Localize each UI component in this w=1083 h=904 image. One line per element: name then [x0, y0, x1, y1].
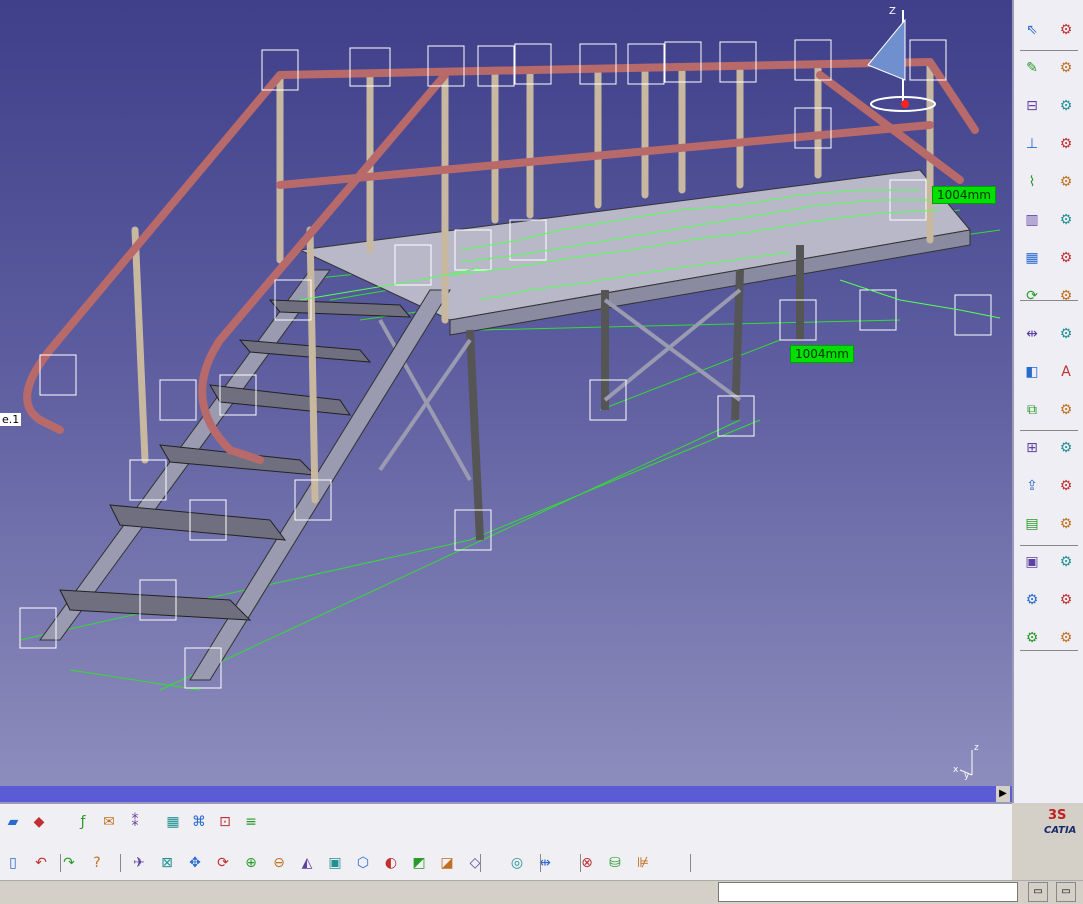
gear-icon[interactable]: ⚙	[1054, 550, 1078, 574]
new-icon[interactable]: ▯	[2, 852, 24, 874]
scroll-right-arrow-icon[interactable]: ▶	[996, 786, 1010, 802]
publish-icon[interactable]: ⇪	[1020, 474, 1044, 498]
gear-icon[interactable]: ⚙	[1054, 626, 1078, 650]
comment-icon[interactable]: ✉	[98, 811, 120, 833]
catia-logo-text: CATIA	[1044, 825, 1076, 836]
redo-icon[interactable]: ↷	[58, 852, 80, 874]
text-icon[interactable]: A	[1054, 360, 1078, 384]
fly-icon[interactable]: ✈	[128, 852, 150, 874]
gear-icon[interactable]: ⚙	[1054, 284, 1078, 308]
gear-icon[interactable]: ⚙	[1054, 322, 1078, 346]
whats-this-icon[interactable]: ?	[86, 852, 108, 874]
3d-model-canvas[interactable]: Z z x y	[0, 0, 1012, 786]
tree-icon[interactable]: ⊞	[1020, 436, 1044, 460]
lock-icon[interactable]: ⊡	[214, 811, 236, 833]
toolbar-separator	[690, 854, 691, 872]
part-name-label: e.1	[0, 413, 22, 426]
formula-icon[interactable]: ƒ	[72, 811, 94, 833]
pan-icon[interactable]: ✥	[184, 852, 206, 874]
multicolor-icon[interactable]: ◆	[28, 811, 50, 833]
hide-show-icon[interactable]: ◐	[380, 852, 402, 874]
select-arrow-icon[interactable]: ⇖	[1020, 18, 1044, 42]
render2-icon[interactable]: ◪	[436, 852, 458, 874]
bottom-toolbars: ▰ ◆ ƒ ✉ ⁑ ▦ ⌘ ⊡ ≡ ▯ ↶ ↷? ✈ ⊠ ✥ ⟳ ⊕ ⊖ ◭ ▣ ⬡ ◐ ◩ ◪ ◇ ◎ ⇹ ⊗ ⛁ ⊯	[0, 802, 1012, 882]
gear-icon[interactable]: ⚙	[1054, 170, 1078, 194]
gear-icon[interactable]: ⚙	[1054, 398, 1078, 422]
database-icon[interactable]: ⛁	[604, 852, 626, 874]
plate-icon[interactable]: ▦	[1020, 246, 1044, 270]
triad-z-label: z	[974, 743, 979, 753]
measure-icon[interactable]: ⇹	[1020, 322, 1044, 346]
iso-view-icon[interactable]: ⬡	[352, 852, 374, 874]
gear-icon[interactable]: ⚙	[1054, 588, 1078, 612]
toolbar-separator	[1020, 650, 1078, 651]
gear-icon[interactable]: ⚙	[1054, 18, 1078, 42]
toolbar-separator	[1020, 300, 1078, 301]
catalog-icon[interactable]: ▤	[1020, 512, 1044, 536]
toolbar-separator	[480, 854, 481, 872]
dimension-badge-top[interactable]: 1004mm	[932, 186, 996, 204]
folder-icon[interactable]: ▰	[2, 811, 24, 833]
profile-icon[interactable]: ▥	[1020, 208, 1044, 232]
measure-icon[interactable]: ⇹	[534, 852, 556, 874]
catia-logo: 3S CATIA	[1042, 806, 1082, 836]
gear-icon[interactable]: ⚙	[1054, 56, 1078, 80]
rotate-icon[interactable]: ⟳	[1020, 284, 1044, 308]
toolbar-separator	[1020, 545, 1078, 546]
triad-x-label: x	[953, 765, 959, 775]
toolbar-separator	[1020, 50, 1078, 51]
stairs-icon[interactable]: ⊟	[1020, 94, 1044, 118]
toolbar-separator	[540, 854, 541, 872]
rail-icon[interactable]: ⊥	[1020, 132, 1044, 156]
cross-braces	[378, 288, 742, 481]
undo-icon[interactable]: ↶	[30, 852, 52, 874]
render-icon[interactable]: ◩	[408, 852, 430, 874]
cube-icon[interactable]: ◇	[464, 852, 486, 874]
parameter-icon[interactable]: ≡	[240, 811, 262, 833]
toolbar-separator	[1020, 430, 1078, 431]
toolbar-separator	[580, 854, 581, 872]
svg-text:3S: 3S	[1048, 808, 1066, 823]
assembly-icon[interactable]: ⧉	[1020, 398, 1044, 422]
gear-icon[interactable]: ⚙	[1054, 246, 1078, 270]
normal-view-icon[interactable]: ◭	[296, 852, 318, 874]
rotate-icon[interactable]: ⟳	[212, 852, 234, 874]
toolbar-separator	[120, 854, 121, 872]
command-input[interactable]	[718, 882, 1018, 902]
triad-y-label: y	[964, 771, 970, 781]
knowledge-icon[interactable]: ⁑	[124, 811, 146, 833]
gear-icon[interactable]: ⚙	[1054, 208, 1078, 232]
status-button-1-icon[interactable]: ▭	[1028, 882, 1048, 902]
selection-boxes	[19, 39, 992, 689]
compass-z-label: Z	[889, 6, 896, 17]
status-button-2-icon[interactable]: ▭	[1056, 882, 1076, 902]
zoom-in-icon[interactable]: ⊕	[240, 852, 262, 874]
dimension-badge-middle[interactable]: 1004mm	[790, 345, 854, 363]
toolbar-separator	[60, 854, 61, 872]
sketch-icon[interactable]: ✎	[1020, 56, 1044, 80]
fit-all-icon[interactable]: ⊠	[156, 852, 178, 874]
stair-treads	[59, 299, 412, 621]
gear-icon[interactable]: ⚙	[1054, 474, 1078, 498]
pipe-icon[interactable]: ⌇	[1020, 170, 1044, 194]
right-toolbar: ⇖ ⚙ ✎ ⚙ ⊟ ⚙ ⊥ ⚙ ⌇ ⚙ ▥ ⚙ ▦ ⚙ ⟳ ⚙ ⇹ ⚙ ◧ A ⧉ ⚙ ⊞ ⚙ ⇪ ⚙ ▤ ⚙ ▣ ⚙ ⚙ ⚙ ⚙ ⚙	[1012, 0, 1083, 803]
gear-icon[interactable]: ⚙	[1054, 512, 1078, 536]
horizontal-scrollbar[interactable]: ▶	[0, 786, 1012, 802]
zoom-out-icon[interactable]: ⊖	[268, 852, 290, 874]
gear-icon[interactable]: ⚙	[1020, 588, 1044, 612]
gear-icon[interactable]: ⚙	[1054, 132, 1078, 156]
spin-icon[interactable]: ◎	[506, 852, 528, 874]
3d-viewport[interactable]: Z z x y 1004mm 1004mm e.1	[0, 0, 1012, 786]
graph-icon[interactable]: ⌘	[188, 811, 210, 833]
body-icon[interactable]: ◧	[1020, 360, 1044, 384]
table-icon[interactable]: ▦	[162, 811, 184, 833]
axis-triad: z x y	[953, 743, 979, 781]
gear-icon[interactable]: ⚙	[1054, 436, 1078, 460]
gear-icon[interactable]: ⚙	[1054, 94, 1078, 118]
gear-icon[interactable]: ⚙	[1020, 626, 1044, 650]
analysis-icon[interactable]: ⊯	[632, 852, 654, 874]
multi-view-icon[interactable]: ▣	[324, 852, 346, 874]
doc-icon[interactable]: ▣	[1020, 550, 1044, 574]
